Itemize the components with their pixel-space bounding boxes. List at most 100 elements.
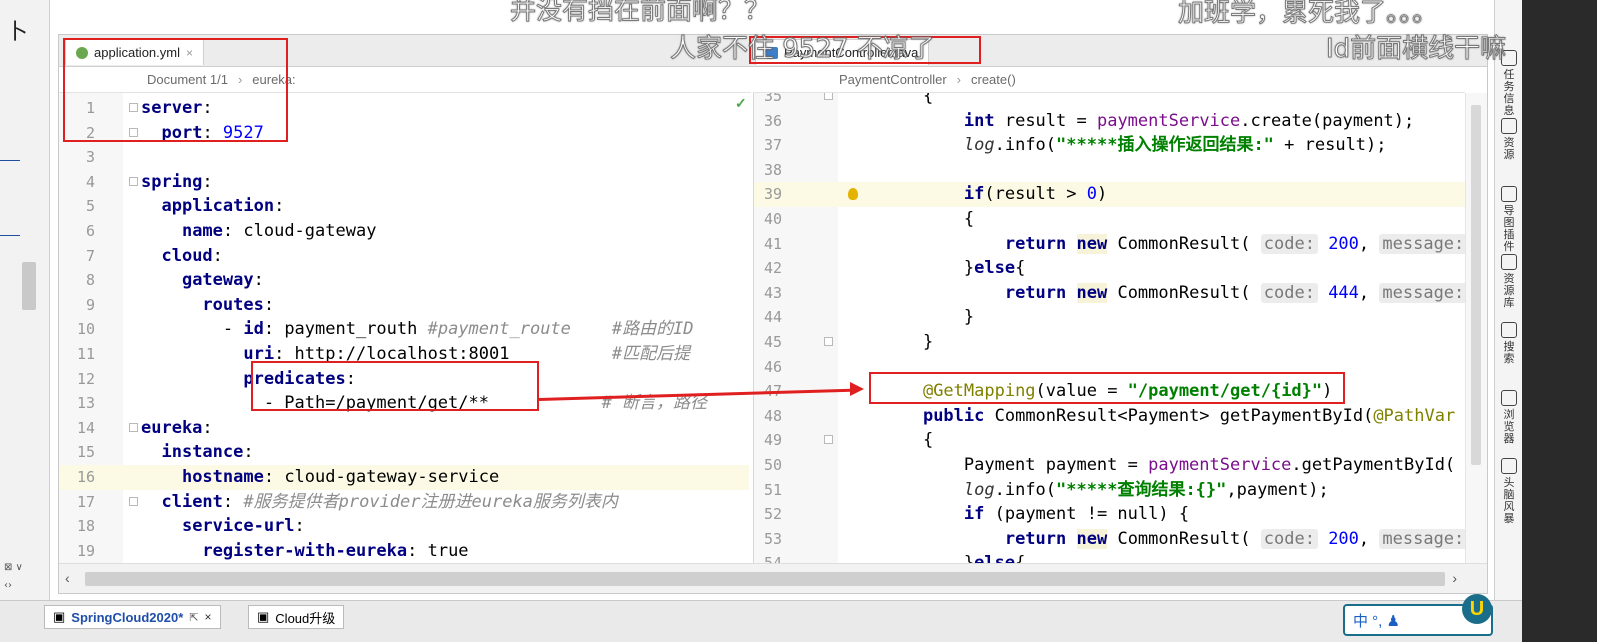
line-number: 38: [763, 160, 782, 179]
side-toolbar-label: 资 源 库: [1503, 273, 1515, 309]
task-tab-springcloud[interactable]: ▣ SpringCloud2020* ⇱ ×: [44, 605, 221, 629]
java-editor-pane[interactable]: 35 {36 int result = paymentService.creat…: [753, 93, 1465, 563]
line-number: 6: [85, 222, 95, 240]
code-line[interactable]: 43 return new CommonResult( code: 444, m…: [754, 281, 1465, 306]
scroll-left-icon[interactable]: ‹: [65, 570, 70, 586]
task-tab-label: Cloud升级: [275, 610, 336, 626]
code-line[interactable]: 41 return new CommonResult( code: 200, m…: [754, 232, 1465, 257]
panel-icon: [1501, 254, 1517, 270]
line-number: 50: [763, 456, 782, 474]
code-text: if (payment != null) {: [963, 504, 1190, 525]
side-toolbar-item[interactable]: 浏 览 器: [1498, 390, 1520, 445]
code-line[interactable]: 53 return new CommonResult( code: 200, m…: [754, 527, 1465, 552]
code-line[interactable]: 7 cloud:: [59, 244, 749, 269]
code-line[interactable]: 37 log.info("*****插入操作返回结果:" + result);: [754, 133, 1465, 158]
code-text: Payment payment = paymentService.getPaym…: [882, 455, 1456, 475]
subtitle-mid-right: Id前面横线干嘛: [1325, 34, 1507, 65]
side-toolbar-label: 搜 索: [1503, 341, 1515, 365]
code-line[interactable]: 39 if(result > 0): [754, 182, 1465, 207]
subtitle-top-right: 加班学，累死我了。。。: [1177, 0, 1439, 29]
code-line[interactable]: 19 register-with-eureka: true: [59, 539, 749, 563]
yml-editor-pane[interactable]: ✓ 1 server: 2 port: 9527 3 4 spring: 5 applica…: [59, 93, 749, 563]
code-line[interactable]: 54 }else{: [754, 551, 1465, 563]
code-line[interactable]: 5 application:: [59, 194, 749, 219]
code-line[interactable]: 50 Payment payment = paymentService.getP…: [754, 453, 1465, 478]
code-line[interactable]: 15 instance:: [59, 440, 749, 465]
code-line[interactable]: 8 gateway:: [59, 268, 749, 293]
close-icon[interactable]: ×: [204, 610, 211, 624]
code-line[interactable]: 51 log.info("*****查询结果:{}",payment);: [754, 478, 1465, 503]
code-line[interactable]: 40 {: [754, 207, 1465, 232]
line-number: 39: [763, 185, 782, 204]
code-line[interactable]: 4 spring:: [59, 170, 749, 195]
fold-marker-icon[interactable]: [824, 435, 833, 445]
code-text: - id: payment_routh #payment_route #路由的I…: [141, 319, 694, 340]
line-number: 12: [76, 369, 95, 388]
fold-marker-icon[interactable]: [824, 337, 833, 346]
code-line[interactable]: 3: [59, 145, 749, 170]
side-toolbar-label: 头 脑 风 暴: [1503, 477, 1515, 525]
lightbulb-icon[interactable]: [848, 188, 858, 201]
code-text: name: cloud-gateway: [181, 221, 377, 241]
code-line[interactable]: 45 }: [754, 330, 1465, 355]
line-number: 16: [76, 468, 95, 486]
code-line[interactable]: 48 public CommonResult<Payment> getPayme…: [754, 404, 1465, 429]
side-toolbar-item[interactable]: 头 脑 风 暴: [1498, 458, 1520, 525]
scroll-thumb[interactable]: [85, 572, 1445, 586]
divider: [0, 160, 20, 161]
code-text: spring:: [141, 171, 213, 192]
fold-marker-icon[interactable]: [824, 93, 833, 100]
line-number: 40: [763, 210, 782, 228]
code-text: service-url:: [181, 516, 305, 537]
code-line[interactable]: 10 - id: payment_routh #payment_route #路…: [59, 317, 749, 342]
side-toolbar-item[interactable]: 资 源: [1498, 118, 1520, 161]
side-toolbar-item[interactable]: 资 源 库: [1498, 254, 1520, 309]
task-tab-cloud-upgrade[interactable]: ▣ Cloud升级: [248, 605, 345, 629]
fold-marker-icon[interactable]: [129, 496, 138, 506]
code-line[interactable]: 44 }: [754, 305, 1465, 330]
code-line[interactable]: 38: [754, 158, 1465, 183]
code-text: }: [882, 332, 934, 352]
code-line[interactable]: 6 name: cloud-gateway: [59, 219, 749, 244]
code-line[interactable]: 36 int result = paymentService.create(pa…: [754, 109, 1465, 134]
nav-icon[interactable]: ⊠ ∨: [4, 562, 23, 573]
panel-icon: [1501, 186, 1517, 202]
subtitle-mid-center: 人家不住 9527 不凉了: [670, 34, 936, 65]
code-line[interactable]: 18 service-url:: [59, 514, 749, 539]
line-number: 42: [763, 259, 782, 278]
code-line[interactable]: 9 routes:: [59, 293, 749, 318]
breadcrumb-item[interactable]: create(): [971, 72, 1016, 87]
code-text: public CommonResult<Payment> getPaymentB…: [922, 405, 1456, 426]
code-line[interactable]: 42 }else{: [754, 256, 1465, 281]
line-number: 15: [76, 443, 95, 462]
scroll-right-icon[interactable]: ›: [1452, 570, 1457, 586]
side-toolbar-item[interactable]: 导 图 插 件: [1498, 186, 1520, 253]
code-text: hostname: cloud-gateway-service: [181, 467, 500, 487]
ime-logo-icon[interactable]: U: [1462, 594, 1492, 624]
nav-icon[interactable]: ‹›: [4, 580, 12, 591]
line-number: 5: [85, 197, 95, 216]
fold-marker-icon[interactable]: [129, 176, 138, 186]
scroll-thumb[interactable]: [1471, 105, 1481, 465]
code-line[interactable]: 14 eureka:: [59, 416, 749, 441]
document-icon: ▣: [257, 609, 270, 624]
code-line[interactable]: 16 hostname: cloud-gateway-service: [59, 465, 749, 490]
scrollbar[interactable]: [22, 262, 36, 310]
code-text: }else{: [882, 258, 1026, 279]
pin-icon[interactable]: ⇱: [189, 611, 198, 624]
code-line[interactable]: 35 {: [754, 93, 1465, 109]
line-number: 17: [76, 492, 95, 511]
code-line[interactable]: 17 client: #服务提供者provider注册进eureka服务列表内: [59, 490, 749, 515]
code-text: return new CommonResult( code: 444, mess…: [882, 281, 1465, 306]
code-line[interactable]: 49 {: [754, 428, 1465, 453]
annotation-box-getmapping: [869, 372, 1345, 404]
fold-marker-icon[interactable]: [129, 422, 138, 432]
vertical-scrollbar[interactable]: [1465, 93, 1487, 563]
side-toolbar-label: 导 图 插 件: [1503, 205, 1515, 253]
breadcrumb-item[interactable]: PaymentController: [839, 72, 947, 87]
code-line[interactable]: 52 if (payment != null) {: [754, 502, 1465, 527]
side-toolbar-item[interactable]: 搜 索: [1498, 322, 1520, 365]
horizontal-scrollbar[interactable]: ‹ ›: [59, 563, 1487, 593]
code-text: {: [882, 430, 934, 451]
panel-icon: [1501, 322, 1517, 338]
